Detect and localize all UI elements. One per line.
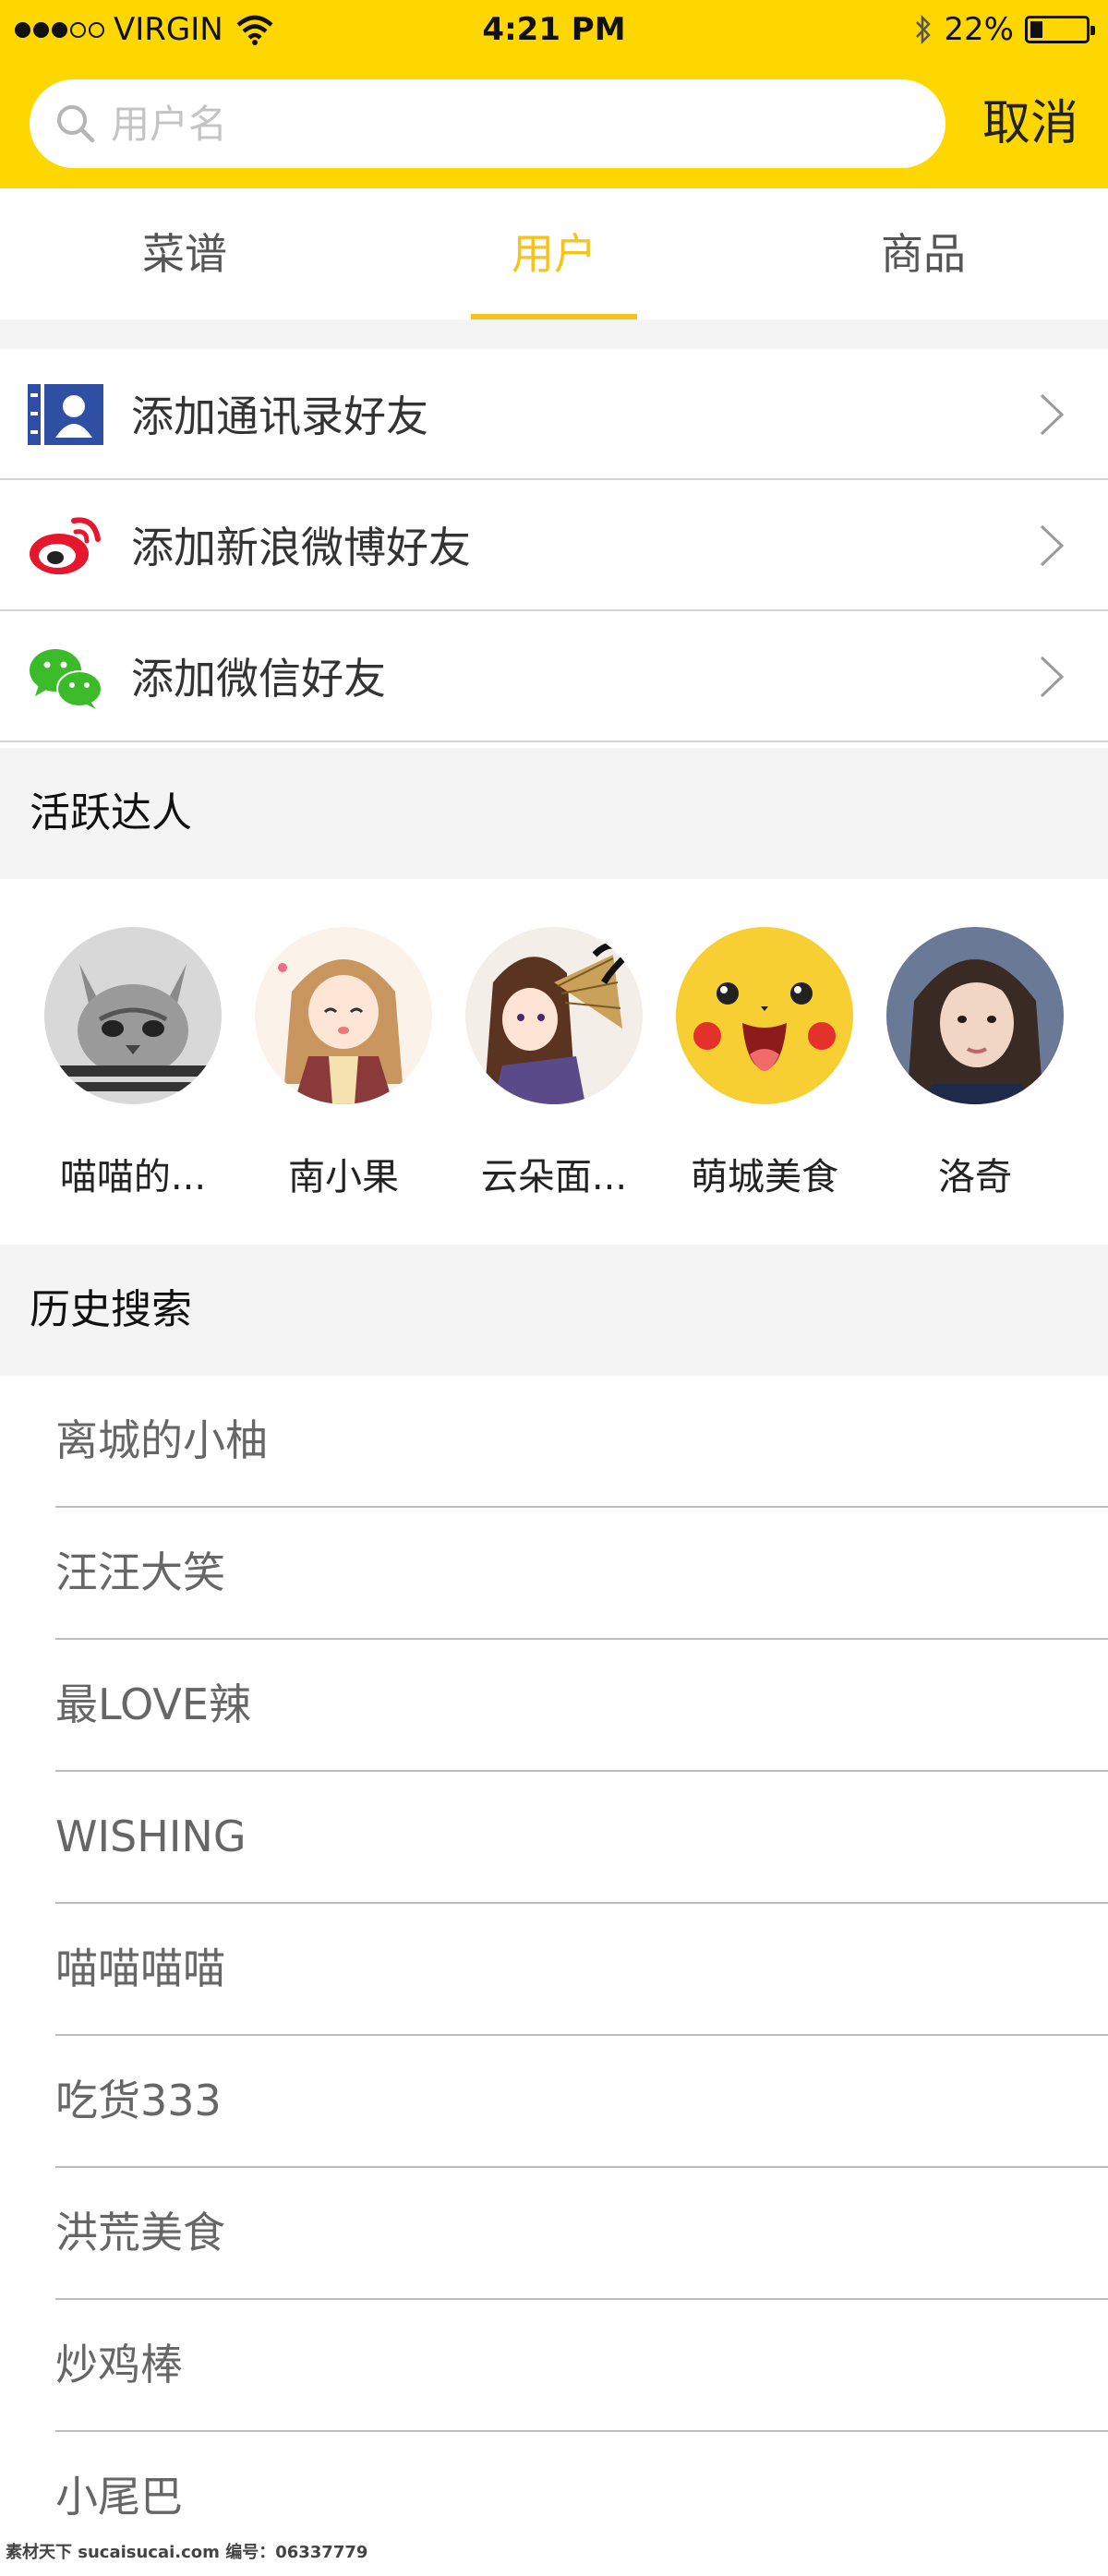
chevron-right-icon [1040,656,1065,698]
chevron-right-icon [1040,393,1065,436]
chevron-right-icon [1040,524,1065,567]
search-history-list: 离城的小柚 汪汪大笑 最LOVE辣 WISHING 喵喵喵喵 吃货333 洪荒美… [0,1376,1108,2564]
talent-name: 南小果 [288,1156,399,1198]
cat-avatar [44,927,222,1104]
watermark: 素材天下 sucaisucai.com 编号：06337779 [6,2543,368,2562]
history-title: 历史搜索 [0,1245,1108,1376]
talent-name: 萌城美食 [691,1156,838,1198]
add-weibo-friend-row[interactable]: 添加新浪微博好友 [0,480,1108,611]
add-wechat-friend-row[interactable]: 添加微信好友 [0,611,1108,742]
active-talents-title: 活跃达人 [0,748,1108,879]
talent-name: 云朵面... [480,1156,628,1198]
pikachu-avatar [676,927,853,1104]
row-label: 添加新浪微博好友 [131,523,471,572]
add-friend-list: 添加通讯录好友 添加新浪微博好友 添加微信好友 [0,349,1108,742]
history-item[interactable]: 吃货333 [55,2036,1108,2168]
contacts-icon [28,384,103,445]
talent-name: 洛奇 [938,1156,1012,1198]
history-item[interactable]: 离城的小柚 [55,1376,1108,1508]
history-item[interactable]: WISHING [55,1772,1108,1904]
weibo-icon [30,517,101,574]
header: VIRGIN 4:21 PM 22% 取消 [0,0,1108,188]
battery-level-fill [1030,21,1042,38]
section-divider [0,319,1108,349]
history-item[interactable]: 汪汪大笑 [55,1508,1108,1640]
status-right: 22% [914,11,1095,48]
talent-item[interactable]: 云朵面... [464,927,644,1200]
row-label: 添加微信好友 [131,654,386,704]
anime-fan-avatar [465,927,643,1104]
search-bar[interactable] [30,79,945,168]
bluetooth-icon [916,14,932,45]
wechat-icon [30,649,102,709]
search-icon [57,105,95,143]
photo-avatar [886,927,1064,1104]
history-item[interactable]: 洪荒美食 [55,2168,1108,2300]
talent-item[interactable]: 喵喵的... [42,927,223,1200]
history-item[interactable]: 炒鸡棒 [55,2300,1108,2432]
status-bar: VIRGIN 4:21 PM 22% [0,0,1108,61]
battery-icon [1025,16,1095,43]
tab-recipes[interactable]: 菜谱 [0,188,369,319]
add-contacts-friend-row[interactable]: 添加通讯录好友 [0,349,1108,480]
talent-item[interactable]: 洛奇 [885,927,1066,1200]
anime-girl-avatar [255,927,432,1104]
talent-name: 喵喵的... [59,1156,207,1198]
cancel-button[interactable]: 取消 [975,89,1086,159]
tab-users[interactable]: 用户 [369,188,739,319]
search-input[interactable] [109,100,907,148]
active-talents-list: 喵喵的... 南小果 云朵面... 萌城美食 洛奇 [0,879,1108,1245]
category-tabs: 菜谱 用户 商品 [0,188,1108,319]
tab-products[interactable]: 商品 [739,188,1108,319]
battery-percent: 22% [944,11,1014,48]
talent-item[interactable]: 萌城美食 [674,927,855,1200]
row-label: 添加通讯录好友 [131,391,428,441]
history-item[interactable]: 最LOVE辣 [55,1640,1108,1772]
talent-item[interactable]: 南小果 [253,927,434,1200]
history-item[interactable]: 喵喵喵喵 [55,1904,1108,2036]
